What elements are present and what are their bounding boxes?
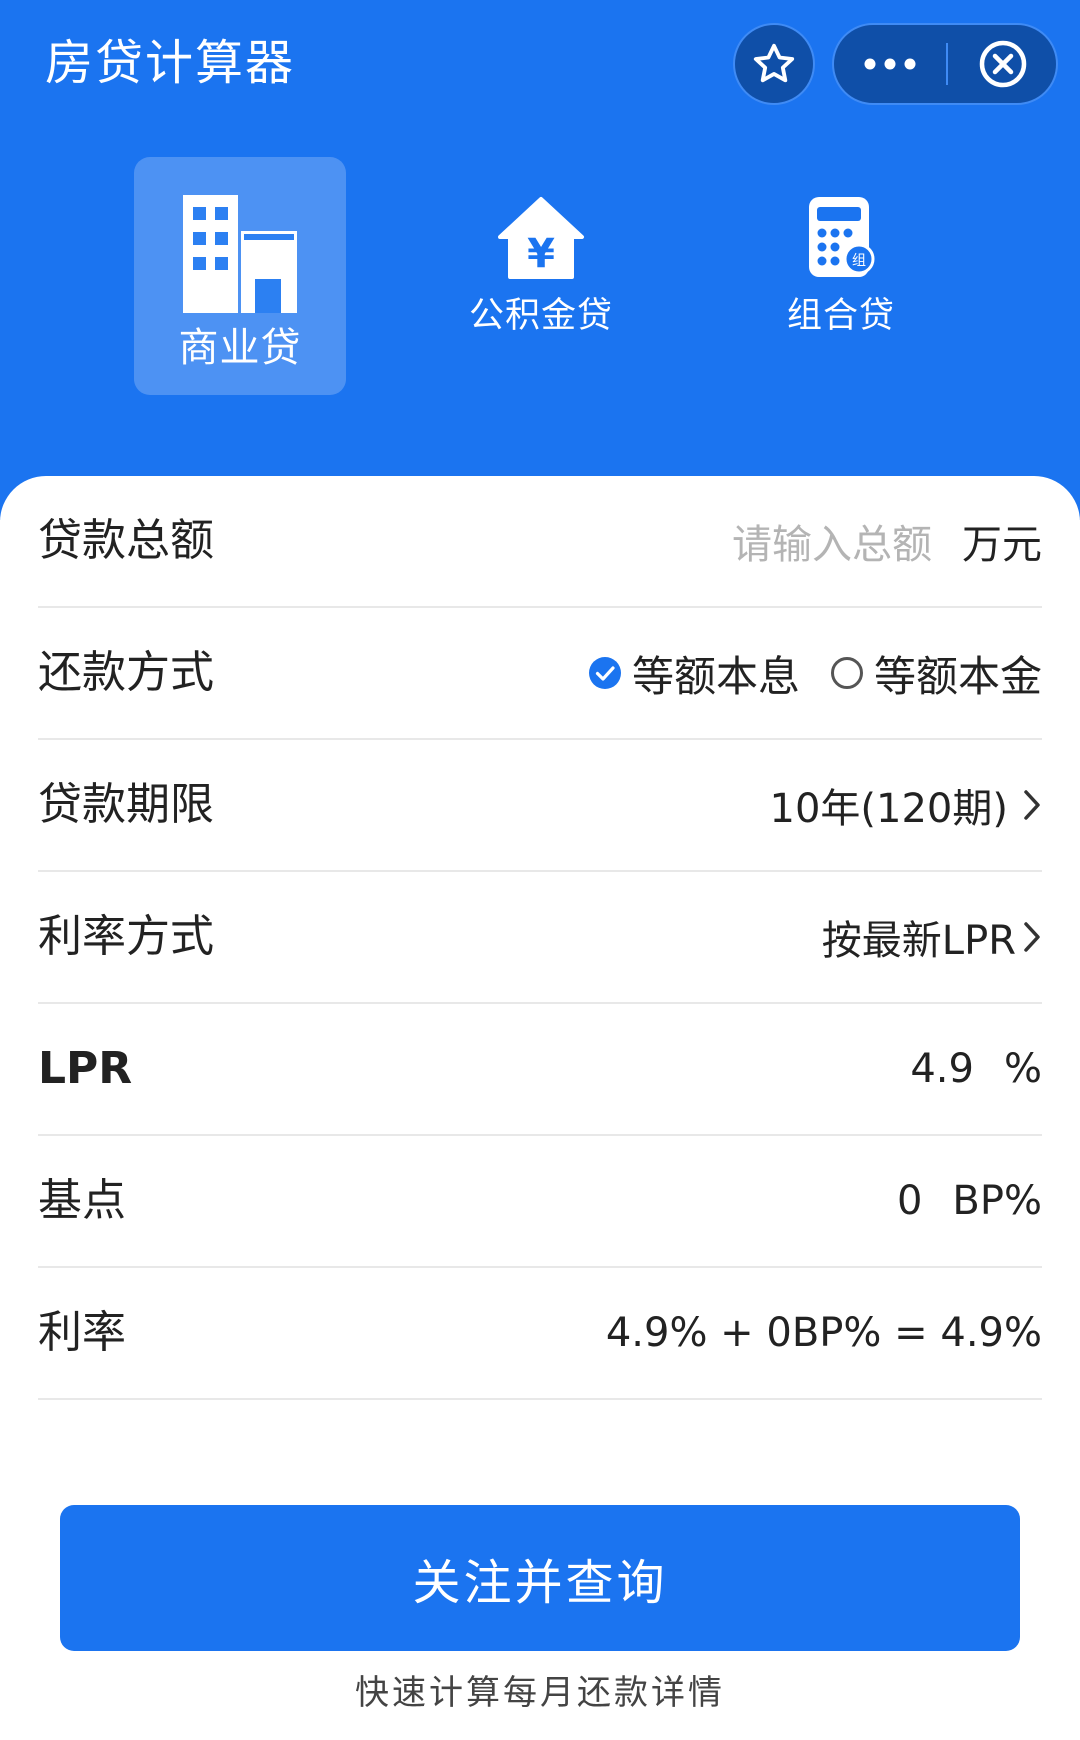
row-repayment-method: 还款方式 等额本息 等额本金 [38, 608, 1042, 740]
tab-provident-fund-loan[interactable]: ¥ 公积金贷 [435, 157, 647, 395]
close-circle-icon [979, 40, 1027, 88]
footnote: 快速计算每月还款详情 [355, 1673, 725, 1713]
tab-label: 组合贷 [786, 296, 895, 336]
basis-points-label: 基点 [38, 1175, 126, 1226]
checked-radio-icon [588, 657, 621, 689]
app-title: 房贷计算器 [45, 35, 296, 91]
favorite-button[interactable] [733, 23, 815, 105]
lpr-input[interactable]: 4.9 [910, 1046, 974, 1092]
close-button[interactable] [948, 25, 1058, 103]
basis-points-unit: BP% [952, 1178, 1042, 1224]
svg-text:¥: ¥ [527, 231, 555, 277]
star-icon [753, 43, 795, 83]
row-loan-term[interactable]: 贷款期限 10年(120期) [38, 740, 1042, 872]
row-basis-points: 基点 0 BP% [38, 1136, 1042, 1268]
loan-amount-label: 贷款总额 [38, 515, 214, 566]
row-loan-amount: 贷款总额 请输入总额 万元 [38, 476, 1042, 608]
calculator-badge: 组 [852, 253, 866, 269]
loan-term-value: 10年(120期) [769, 786, 1008, 832]
calculator-icon: 组 [809, 197, 875, 277]
row-interest-rate: 利率 4.9% + 0BP% = 4.9% [38, 1268, 1042, 1400]
radio-label: 等额本息 [631, 651, 800, 701]
rate-mode-value: 按最新LPR [821, 918, 1016, 964]
follow-and-query-button[interactable]: 关注并查询 [60, 1505, 1020, 1651]
radio-equal-principal[interactable]: 等额本金 [830, 643, 1042, 704]
tab-combined-loan[interactable]: 组 组合贷 [735, 157, 947, 395]
capsule-menu [832, 23, 1058, 105]
lpr-label: LPR [38, 1043, 133, 1094]
rate-mode-label: 利率方式 [38, 911, 214, 962]
loan-term-label: 贷款期限 [38, 779, 214, 830]
header: 房贷计算器 商业贷 ¥ 公积金贷 组 组合贷 [0, 0, 1080, 520]
row-rate-mode[interactable]: 利率方式 按最新LPR [38, 872, 1042, 1004]
tab-label: 公积金贷 [468, 296, 613, 336]
more-icon [864, 58, 916, 70]
chevron-right-icon [1022, 920, 1042, 954]
interest-rate-value: 4.9% + 0BP% = 4.9% [605, 1310, 1042, 1356]
more-button[interactable] [834, 25, 946, 103]
unchecked-radio-icon [830, 657, 863, 689]
loan-amount-input[interactable]: 请输入总额 [732, 512, 932, 570]
chevron-right-icon [1022, 788, 1042, 822]
interest-rate-label: 利率 [38, 1307, 126, 1358]
house-yen-icon: ¥ [498, 197, 584, 279]
loan-amount-unit: 万元 [962, 522, 1042, 568]
radio-equal-installment[interactable]: 等额本息 [588, 643, 800, 704]
radio-label: 等额本金 [873, 651, 1042, 701]
building-icon [183, 195, 297, 313]
repayment-method-label: 还款方式 [38, 647, 214, 698]
row-lpr: LPR 4.9 % [38, 1004, 1042, 1136]
lpr-unit: % [1003, 1046, 1042, 1092]
repayment-radio-group: 等额本息 等额本金 [558, 608, 1042, 738]
basis-points-input[interactable]: 0 [897, 1178, 922, 1224]
tab-label: 商业贷 [178, 325, 302, 371]
tab-commercial-loan[interactable]: 商业贷 [134, 157, 346, 395]
